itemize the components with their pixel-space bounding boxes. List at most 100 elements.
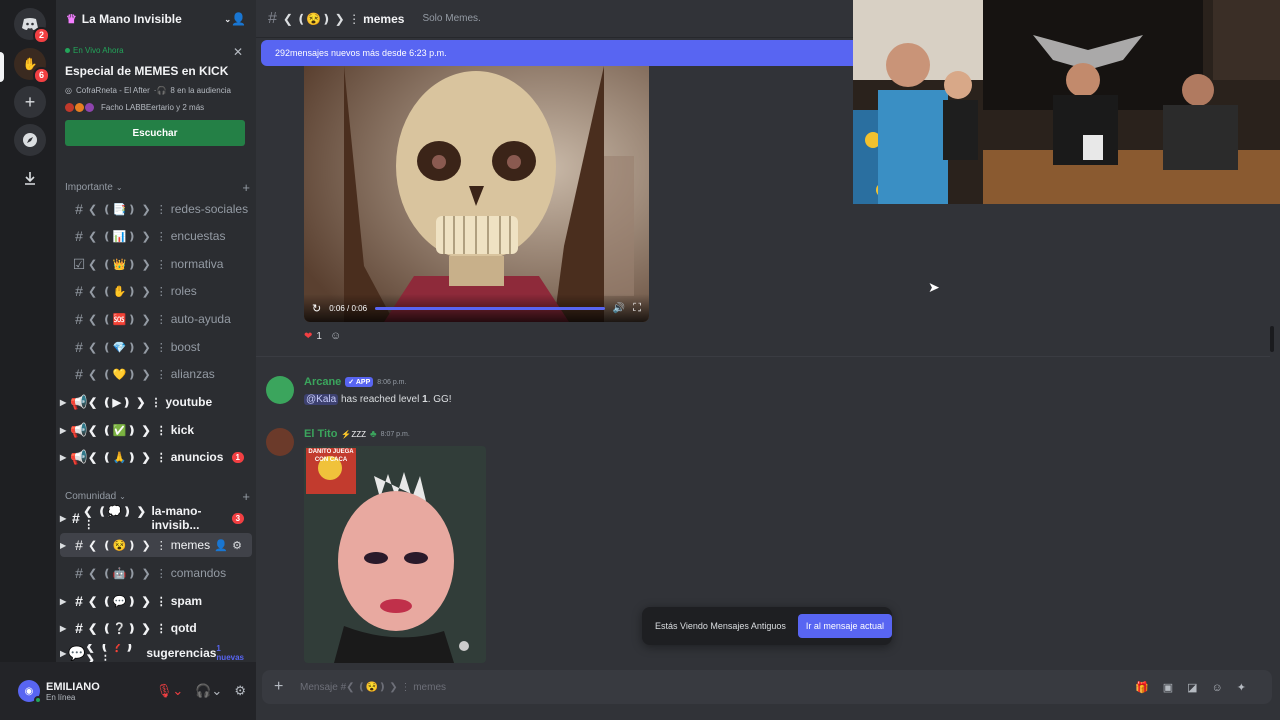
channel-deco: ❮ ❪🙏❫ ❯ ⋮ bbox=[88, 451, 168, 464]
category-comunidad[interactable]: Comunidad ⌄ + bbox=[65, 489, 250, 504]
listen-button[interactable]: Escuchar bbox=[65, 120, 245, 146]
volume-icon[interactable]: 🔊 bbox=[613, 303, 625, 314]
caret-right-icon: ▶ bbox=[60, 452, 67, 462]
apps-icon[interactable]: ✦ bbox=[1237, 682, 1260, 694]
scrollbar-thumb[interactable] bbox=[1270, 326, 1274, 352]
megaphone-icon: 📢 bbox=[70, 448, 88, 465]
gear-icon[interactable]: ⚙ bbox=[232, 540, 246, 552]
channel-name: auto-ayuda bbox=[170, 312, 231, 326]
channel-alianzas[interactable]: # ❮ ❪💛❫ ❯ ⋮ alianzas bbox=[60, 362, 252, 386]
channel-roles[interactable]: # ❮ ❪✋❫ ❯ ⋮ roles bbox=[60, 279, 252, 303]
sticker-icon[interactable]: ◪ bbox=[1187, 682, 1211, 694]
user-names[interactable]: EMILIANO En línea bbox=[46, 681, 144, 702]
invite-icon[interactable]: 👤 bbox=[214, 540, 232, 552]
avatar[interactable] bbox=[266, 428, 294, 456]
channel-normativa[interactable]: ☑ ❮ ❪👑❫ ❯ ⋮ normativa bbox=[60, 252, 252, 276]
avatar[interactable]: ◉ bbox=[18, 680, 42, 704]
hash-icon: # bbox=[75, 620, 83, 636]
gift-icon[interactable]: 🎁 bbox=[1135, 682, 1163, 694]
discord-home-icon[interactable]: 2 bbox=[14, 8, 50, 44]
megaphone-icon: 📢 bbox=[70, 393, 88, 410]
channel-deco: ❮ ❪🆘❫ ❯ ⋮ bbox=[88, 313, 168, 326]
channel-kick[interactable]: ▶ 📢 ❮ ❪✅❫ ❯ ⋮ kick bbox=[60, 418, 252, 442]
channel-anuncios[interactable]: ▶ 📢 ❮ ❪🙏❫ ❯ ⋮ anuncios 1 bbox=[60, 445, 252, 469]
live-stage-card: En Vivo Ahora Especial de MEMES en KICK … bbox=[64, 42, 248, 167]
channel-name: comandos bbox=[170, 566, 227, 580]
add-server-icon[interactable]: + bbox=[14, 86, 46, 118]
fullscreen-icon[interactable]: ⛶ bbox=[633, 302, 641, 315]
channel-deco: ❮ ❪👑❫ ❯ ⋮ bbox=[88, 258, 168, 271]
replay-icon[interactable]: ↻ bbox=[312, 302, 321, 315]
caret-right-icon: ▶ bbox=[60, 513, 67, 523]
unread-mention-badge: 1 bbox=[231, 451, 244, 463]
avatar bbox=[65, 103, 74, 112]
channel-sugerencias[interactable]: ▶ 💬 ❮ ❪❓❫ ❯ ⋮ sugerencias 1 nuevas bbox=[60, 644, 252, 662]
caret-right-icon: ▶ bbox=[60, 397, 67, 407]
new-posts-tag: 1 nuevas bbox=[216, 644, 244, 662]
channel-comandos[interactable]: # ❮ ❪🤖❫ ❯ ⋮ comandos bbox=[60, 561, 252, 585]
unread-mention-badge: 3 bbox=[231, 512, 245, 524]
meme-image-attachment[interactable]: DANITO JUEGA CON CACA bbox=[304, 446, 486, 663]
caret-right-icon: ▶ bbox=[60, 623, 67, 633]
megaphone-icon: 📢 bbox=[70, 421, 88, 438]
hash-icon: # bbox=[72, 510, 80, 526]
new-messages-bar[interactable]: 292mensajes nuevos más desde 6:23 p.m. bbox=[261, 40, 861, 66]
mouse-cursor-icon: ➤ bbox=[928, 279, 940, 295]
server-header[interactable]: ♛ La Mano Invisible ⌄ 👤 bbox=[56, 0, 256, 38]
clan-icon: ♣ bbox=[370, 428, 377, 440]
reaction-chip[interactable]: ❤ 1 bbox=[304, 331, 322, 342]
category-importante[interactable]: Importante ⌄ + bbox=[65, 180, 250, 195]
emoji-icon[interactable]: ☺ bbox=[1212, 682, 1237, 694]
add-reaction-icon[interactable]: ☺ bbox=[330, 330, 341, 342]
user-mention[interactable]: @Kala bbox=[304, 394, 339, 405]
user-status: En línea bbox=[46, 692, 76, 702]
headphones-icon[interactable]: 🎧⌄ bbox=[195, 683, 222, 699]
message-header: Arcane ✓ APP 8:06 p.m. bbox=[304, 376, 406, 388]
hash-icon: # bbox=[75, 339, 83, 355]
channel-la-mano-invisible[interactable]: ▶ # ❮ ❪💭❫ ❯ ⋮ la-mano-invisib... 3 bbox=[60, 504, 252, 532]
channel-topic[interactable]: Solo Memes. bbox=[422, 13, 480, 24]
close-icon[interactable]: ✕ bbox=[233, 45, 243, 59]
stage-icon: ◎ bbox=[65, 86, 72, 95]
author-name[interactable]: Arcane bbox=[304, 376, 341, 388]
create-channel-icon[interactable]: + bbox=[242, 489, 250, 504]
download-icon[interactable] bbox=[14, 162, 46, 194]
live-badge-text: En Vivo Ahora bbox=[73, 46, 124, 55]
reaction-count: 1 bbox=[316, 330, 322, 342]
forum-icon: 💬 bbox=[68, 644, 86, 661]
channel-spam[interactable]: ▶ # ❮ ❪💬❫ ❯ ⋮ spam bbox=[60, 589, 252, 613]
gear-icon[interactable]: ⚙ bbox=[234, 683, 246, 699]
channel-encuestas[interactable]: # ❮ ❪📊❫ ❯ ⋮ encuestas bbox=[60, 224, 252, 248]
jump-to-present-button[interactable]: Ir al mensaje actual bbox=[797, 614, 892, 638]
server-la-mano-icon[interactable]: ✋ 6 bbox=[14, 48, 50, 84]
avatar bbox=[75, 103, 84, 112]
video-progress-bar[interactable] bbox=[375, 306, 605, 310]
message-text: . GG! bbox=[427, 394, 452, 405]
channel-name: memes bbox=[170, 538, 211, 552]
channel-boost[interactable]: # ❮ ❪💎❫ ❯ ⋮ boost bbox=[60, 335, 252, 359]
hash-icon: # bbox=[268, 9, 277, 27]
message-arcane: Arcane ✓ APP 8:06 p.m. @Kala has reached… bbox=[266, 374, 766, 414]
video-attachment[interactable]: ↻ 0:06 / 0:06 🔊 ⛶ bbox=[304, 66, 649, 322]
discover-compass-icon[interactable] bbox=[14, 124, 46, 156]
create-channel-icon[interactable]: + bbox=[242, 180, 250, 195]
channel-qotd[interactable]: ▶ # ❮ ❪❔❫ ❯ ⋮ qotd bbox=[60, 616, 252, 640]
server-rail: 2 ✋ 6 + bbox=[0, 0, 60, 720]
upload-plus-icon[interactable]: + bbox=[274, 678, 294, 696]
channel-name: sugerencias bbox=[146, 646, 217, 660]
username: EMILIANO bbox=[46, 680, 100, 693]
channel-memes[interactable]: ▶ # ❮ ❪😵❫ ❯ ⋮ memes 👤⚙ bbox=[60, 533, 252, 557]
author-name[interactable]: El Tito bbox=[304, 428, 337, 440]
old-messages-toast: Estás Viendo Mensajes Antiguos Ir al men… bbox=[642, 607, 892, 645]
message-input[interactable]: Mensaje #❮ ❪😵❫ ❯ ⋮ memes bbox=[300, 682, 1135, 693]
gif-icon[interactable]: ▣ bbox=[1163, 682, 1187, 694]
divider bbox=[256, 356, 1270, 357]
microphone-muted-icon[interactable]: 🎙⌄ bbox=[156, 683, 183, 699]
caret-right-icon: ▶ bbox=[60, 540, 67, 550]
channel-youtube[interactable]: ▶ 📢 ❮ ❪▶❫ ❯ ⋮ youtube bbox=[60, 390, 252, 414]
channel-auto-ayuda[interactable]: # ❮ ❪🆘❫ ❯ ⋮ auto-ayuda bbox=[60, 307, 252, 331]
channel-deco: ❮ ❪💬❫ ❯ ⋮ bbox=[88, 595, 168, 608]
channel-redes-sociales[interactable]: # ❮ ❪📑❫ ❯ ⋮ redes-sociales bbox=[60, 197, 252, 221]
avatar[interactable] bbox=[266, 376, 294, 404]
add-member-icon[interactable]: 👤 bbox=[231, 12, 246, 26]
